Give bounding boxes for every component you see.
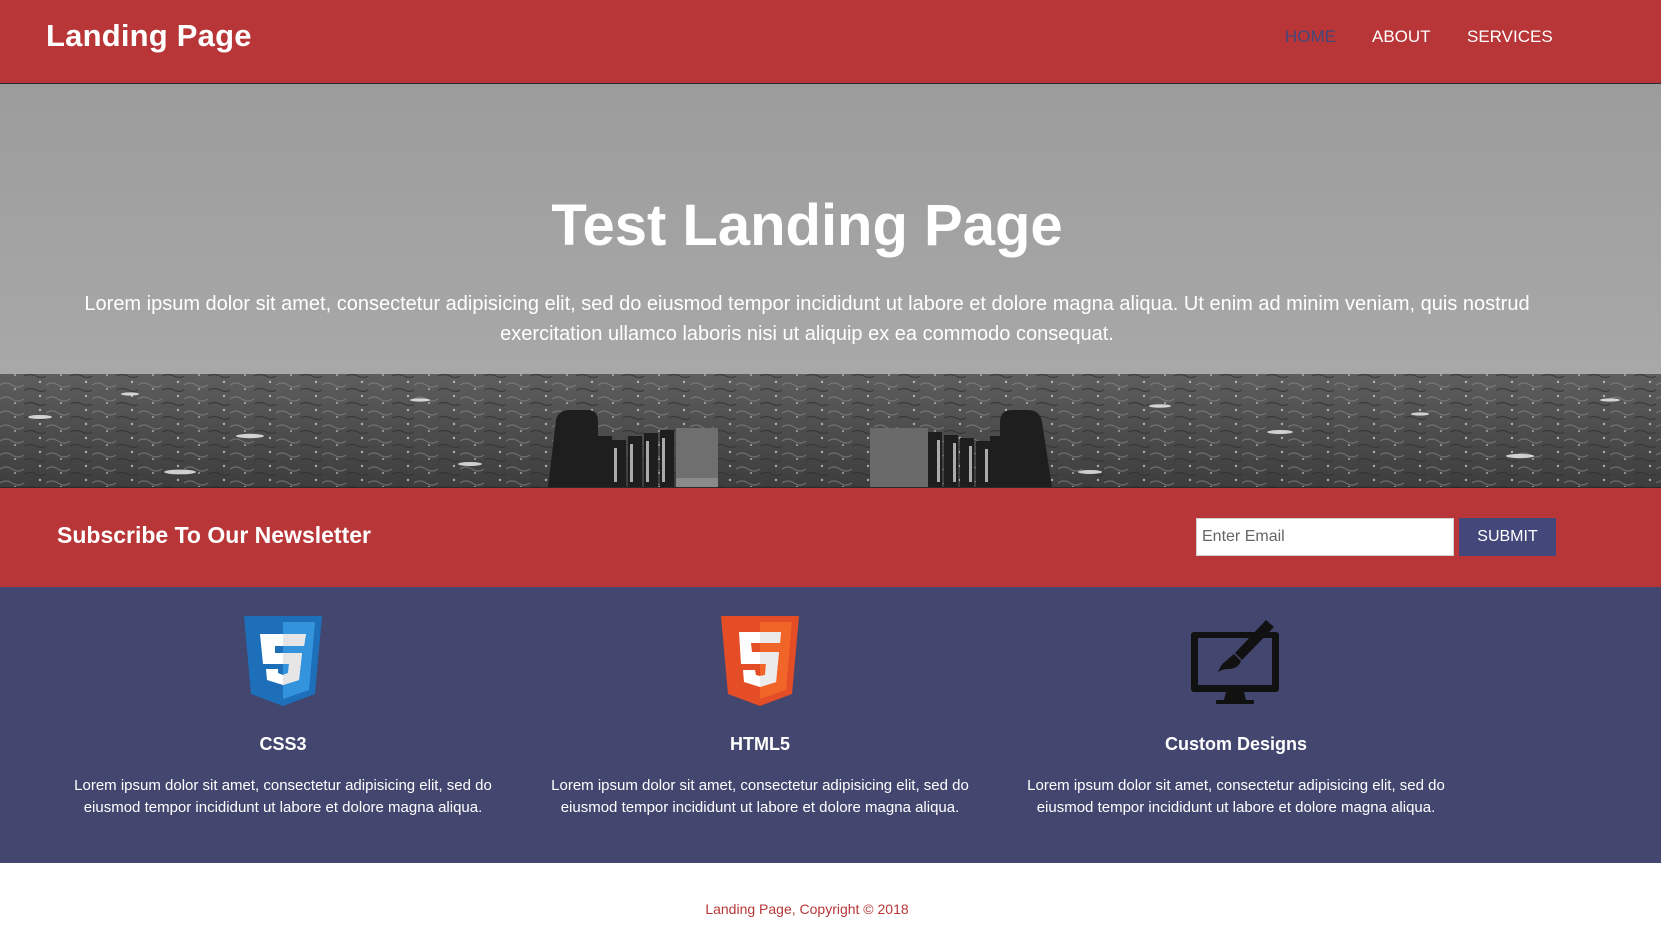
hero-title: Test Landing Page bbox=[551, 193, 1063, 258]
feature-card-custom-designs: Custom Designs Lorem ipsum dolor sit ame… bbox=[1006, 587, 1466, 863]
feature-description: Lorem ipsum dolor sit amet, consectetur … bbox=[74, 777, 492, 816]
feature-description: Lorem ipsum dolor sit amet, consectetur … bbox=[1027, 777, 1445, 816]
feature-card-html5: HTML5 Lorem ipsum dolor sit amet, consec… bbox=[530, 587, 990, 863]
feature-title: CSS3 bbox=[259, 734, 307, 754]
newsletter-section: Subscribe To Our Newsletter SUBMIT bbox=[0, 487, 1661, 587]
nav-services-link[interactable]: SERVICES bbox=[1467, 27, 1553, 47]
features-section: CSS3 Lorem ipsum dolor sit amet, consect… bbox=[0, 587, 1661, 863]
site-footer: Landing Page, Copyright © 2018 bbox=[0, 863, 1661, 934]
feature-card-css3: CSS3 Lorem ipsum dolor sit amet, consect… bbox=[53, 587, 513, 863]
copyright-text: Landing Page, Copyright © 2018 bbox=[705, 901, 909, 917]
nav-about-link[interactable]: ABOUT bbox=[1372, 27, 1431, 47]
html5-icon bbox=[530, 616, 990, 706]
monitor-brush-icon bbox=[1006, 616, 1466, 706]
feature-title: Custom Designs bbox=[1164, 734, 1308, 754]
hero-background-image bbox=[0, 84, 1661, 487]
hero-banner: Test Landing Page Lorem ipsum dolor sit … bbox=[0, 84, 1661, 487]
submit-button[interactable]: SUBMIT bbox=[1459, 518, 1556, 556]
nav-home-link[interactable]: HOME bbox=[1285, 27, 1336, 47]
site-header: Landing Page HOME ABOUT SERVICES bbox=[0, 0, 1661, 84]
feature-title: HTML5 bbox=[730, 734, 790, 754]
newsletter-title: Subscribe To Our Newsletter bbox=[57, 522, 371, 548]
feature-description: Lorem ipsum dolor sit amet, consectetur … bbox=[551, 777, 969, 816]
main-nav: HOME ABOUT SERVICES bbox=[0, 27, 1661, 51]
hero-description: Lorem ipsum dolor sit amet, consectetur … bbox=[84, 293, 1530, 345]
email-input[interactable] bbox=[1196, 518, 1454, 556]
css3-icon bbox=[53, 616, 513, 706]
